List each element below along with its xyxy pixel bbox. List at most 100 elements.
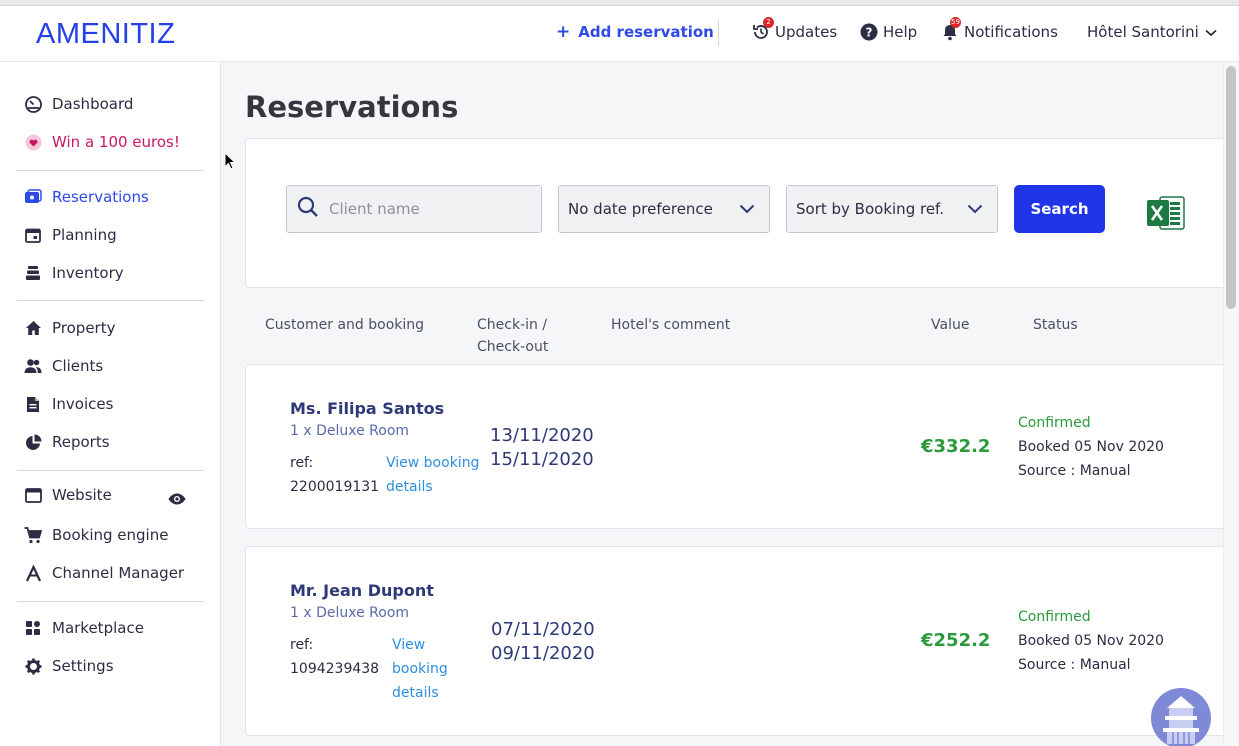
sidebar-divider [17, 470, 204, 471]
file-invoice-icon [24, 395, 42, 413]
sidebar-label-property: Property [52, 319, 116, 337]
help-label: Help [883, 23, 918, 41]
link-text: details [386, 479, 433, 495]
sidebar-divider [17, 300, 204, 301]
room-summary: 1 x Deluxe Room [290, 423, 410, 439]
sidebar-item-marketplace[interactable]: Marketplace [24, 619, 144, 637]
sidebar-item-invoices[interactable]: Invoices [24, 395, 113, 413]
sidebar-label-promo: Win a 100 euros! [52, 133, 180, 151]
header-divider [718, 20, 719, 46]
help-button[interactable]: ? Help [860, 23, 917, 41]
sidebar-item-website[interactable]: Website [24, 486, 112, 504]
sidebar-divider [17, 170, 204, 171]
mouse-cursor-icon [224, 151, 237, 174]
sidebar-label-reports: Reports [52, 433, 110, 451]
stack-icon [24, 264, 42, 282]
booking-ref-value: 2200019131 [290, 479, 380, 495]
sort-value: Sort by Booking ref. [796, 200, 945, 218]
booking-ref-label: ref: [290, 455, 314, 471]
add-reservation-button[interactable]: + Add reservation [556, 22, 714, 42]
sidebar-label-settings: Settings [52, 657, 114, 675]
checkout-date: 09/11/2020 [491, 643, 595, 664]
booking-ref: ref: 1094239438 [290, 633, 379, 681]
reservation-value: €252.2 [921, 630, 991, 651]
sidebar-item-settings[interactable]: Settings [24, 657, 114, 675]
view-booking-details-link[interactable]: View booking details [392, 633, 448, 705]
guest-name[interactable]: Mr. Jean Dupont [290, 581, 434, 600]
add-reservation-label: Add reservation [578, 23, 714, 41]
checkin-date: 07/11/2020 [491, 619, 595, 640]
link-text: booking [392, 661, 448, 677]
column-header-comment: Hotel's comment [611, 317, 731, 333]
column-header-status: Status [1033, 317, 1078, 333]
sidebar-item-booking-engine[interactable]: Booking engine [24, 526, 168, 544]
gear-icon [24, 657, 42, 675]
sort-select[interactable]: Sort by Booking ref. [786, 185, 998, 233]
status-badge: Confirmed [1018, 415, 1091, 431]
updates-button[interactable]: 2 Updates [752, 17, 838, 41]
excel-export-icon[interactable] [1146, 195, 1186, 235]
cart-icon [24, 526, 42, 544]
date-preference-value: No date preference [568, 200, 713, 218]
link-text: View booking [386, 455, 480, 471]
booking-ref-value: 1094239438 [290, 661, 380, 677]
amenitiz-logo[interactable]: AMENITIZ [36, 18, 175, 51]
scrollbar-thumb[interactable] [1226, 66, 1236, 309]
sidebar-label-website: Website [52, 486, 112, 504]
support-chat-button[interactable] [1151, 688, 1211, 746]
reservations-icon [24, 188, 42, 206]
history-icon: 2 [752, 17, 774, 41]
plus-icon: + [556, 22, 571, 42]
svg-text:?: ? [866, 26, 873, 40]
gauge-icon [24, 95, 42, 113]
notifications-label: Notifications [964, 23, 1058, 41]
channel-icon [24, 564, 42, 582]
search-icon [297, 196, 319, 222]
sidebar: Dashboard Win a 100 euros! Reservations … [0, 62, 221, 746]
sidebar-item-clients[interactable]: Clients [24, 357, 103, 375]
view-booking-details-link[interactable]: View booking details [386, 451, 479, 499]
sidebar-item-property[interactable]: Property [24, 319, 115, 337]
updates-label: Updates [775, 23, 838, 41]
chevron-down-icon [739, 200, 755, 218]
sidebar-item-dashboard[interactable]: Dashboard [24, 95, 133, 113]
sidebar-item-channel-manager[interactable]: Channel Manager [24, 564, 184, 582]
column-header-checkin-line2: Check-out [477, 339, 549, 355]
hotel-selector[interactable]: Hôtel Santorini [1087, 23, 1217, 41]
checkin-date: 13/11/2020 [490, 425, 594, 446]
link-text: View [392, 637, 426, 653]
stay-dates: 07/11/2020 09/11/2020 [491, 618, 595, 666]
booking-source: Source : Manual [1018, 657, 1131, 673]
status-badge: Confirmed [1018, 609, 1091, 625]
booked-date: Booked 05 Nov 2020 [1018, 439, 1164, 455]
column-header-checkin: Check-in / Check-out [477, 314, 548, 358]
reservation-card[interactable]: Mr. Jean Dupont 1 x Deluxe Room ref: 109… [245, 546, 1223, 736]
stay-dates: 13/11/2020 15/11/2020 [490, 424, 594, 472]
sidebar-item-reservations[interactable]: Reservations [24, 188, 149, 206]
search-input[interactable]: Client name [286, 185, 542, 233]
home-icon [24, 319, 42, 337]
booked-date: Booked 05 Nov 2020 [1018, 633, 1164, 649]
help-icon: ? [860, 23, 878, 41]
eye-icon[interactable] [168, 490, 186, 509]
top-header: AMENITIZ + Add reservation 2 Updates ? H… [0, 6, 1239, 62]
link-text: details [392, 685, 439, 701]
hotel-name: Hôtel Santorini [1087, 23, 1199, 41]
sidebar-item-promo[interactable]: Win a 100 euros! [24, 133, 180, 151]
bell-icon: 59 [941, 17, 961, 41]
page-title: Reservations [245, 90, 459, 124]
sidebar-label-dashboard: Dashboard [52, 95, 134, 113]
guest-name[interactable]: Ms. Filipa Santos [290, 399, 444, 418]
sidebar-divider [17, 601, 204, 602]
notifications-button[interactable]: 59 Notifications [941, 17, 1058, 41]
sidebar-item-planning[interactable]: Planning [24, 226, 117, 244]
date-preference-select[interactable]: No date preference [558, 185, 770, 233]
booking-ref: ref: 2200019131 [290, 451, 379, 499]
reservation-card[interactable]: Ms. Filipa Santos 1 x Deluxe Room ref: 2… [245, 364, 1223, 529]
heart-icon [24, 133, 42, 151]
main-content: Reservations Client name No date prefere… [221, 62, 1223, 746]
sidebar-item-reports[interactable]: Reports [24, 433, 110, 451]
search-button[interactable]: Search [1014, 185, 1105, 233]
sidebar-item-inventory[interactable]: Inventory [24, 264, 124, 282]
users-icon [24, 357, 42, 375]
